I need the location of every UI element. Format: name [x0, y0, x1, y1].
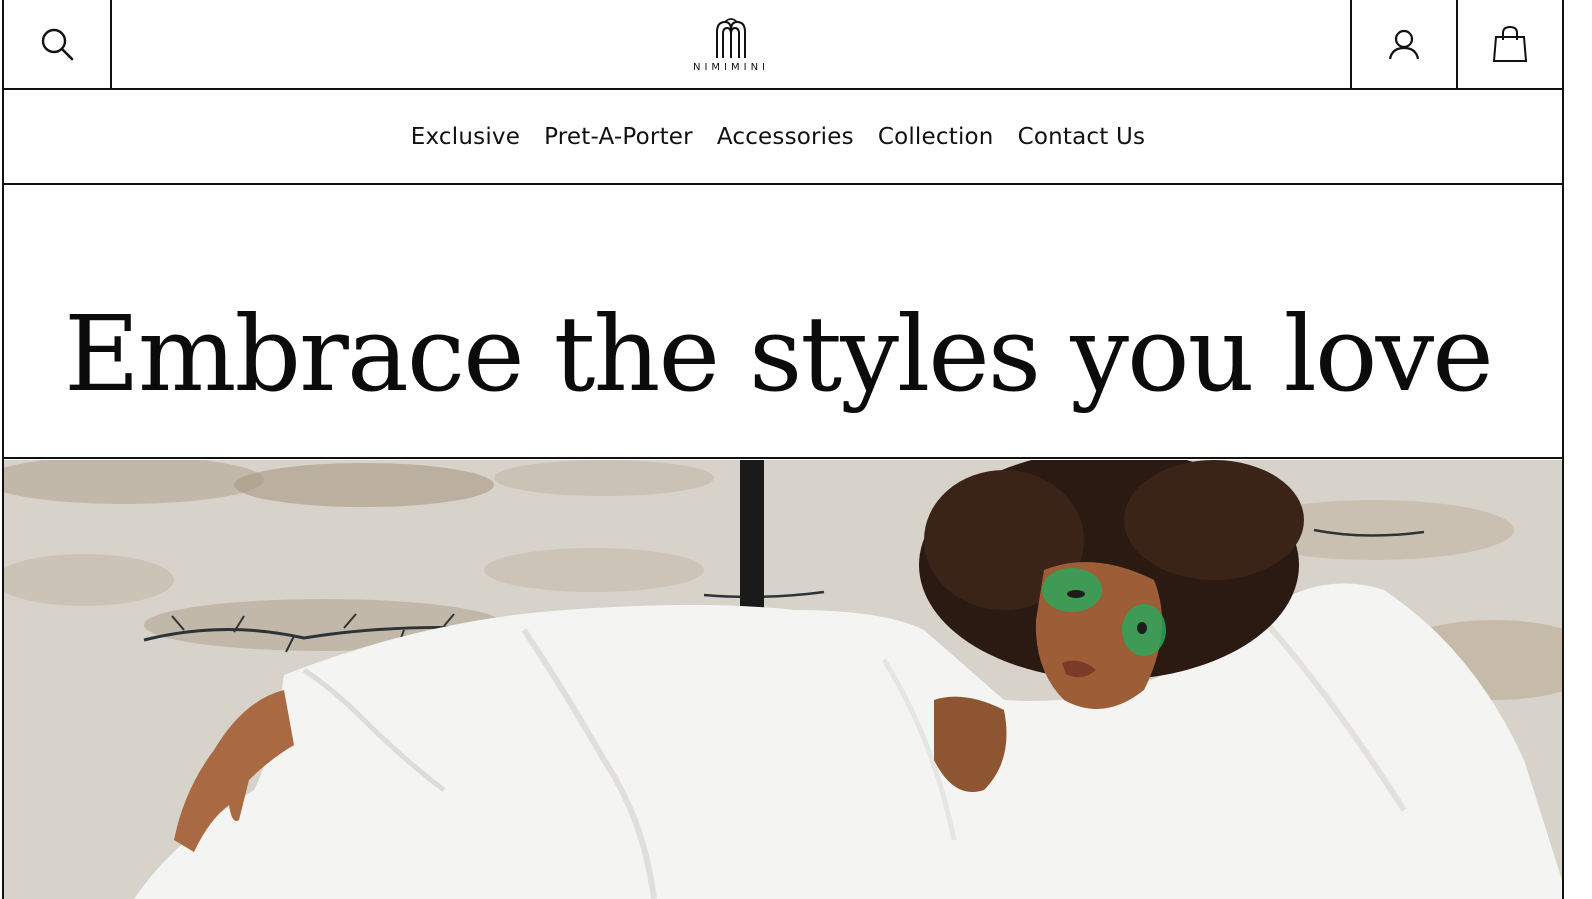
- logo-mark-icon: [709, 16, 753, 60]
- hero-title: Embrace the styles you love: [64, 293, 1494, 415]
- account-button[interactable]: [1350, 0, 1456, 88]
- page-frame: NIMIMINI Exclusive Pret-A-Porter Accesso…: [2, 0, 1564, 899]
- shopping-bag-icon: [1492, 25, 1528, 63]
- cart-button[interactable]: [1456, 0, 1562, 88]
- nav-item-collection[interactable]: Collection: [878, 124, 994, 150]
- main-navigation: Exclusive Pret-A-Porter Accessories Coll…: [4, 90, 1562, 185]
- logo-text: NIMIMINI: [692, 61, 769, 73]
- search-button[interactable]: [4, 0, 112, 88]
- hero-heading-section: Embrace the styles you love: [4, 185, 1562, 459]
- site-header: NIMIMINI: [4, 0, 1562, 90]
- nav-item-accessories[interactable]: Accessories: [717, 124, 854, 150]
- nav-item-contact-us[interactable]: Contact Us: [1018, 124, 1146, 150]
- nav-item-pret-a-porter[interactable]: Pret-A-Porter: [544, 124, 693, 150]
- user-icon: [1387, 27, 1421, 61]
- hero-image: [4, 460, 1562, 899]
- search-icon: [40, 27, 74, 61]
- logo-link[interactable]: NIMIMINI: [112, 0, 1350, 88]
- scrollbar-track[interactable]: [1566, 0, 1592, 899]
- nav-item-exclusive[interactable]: Exclusive: [411, 124, 520, 150]
